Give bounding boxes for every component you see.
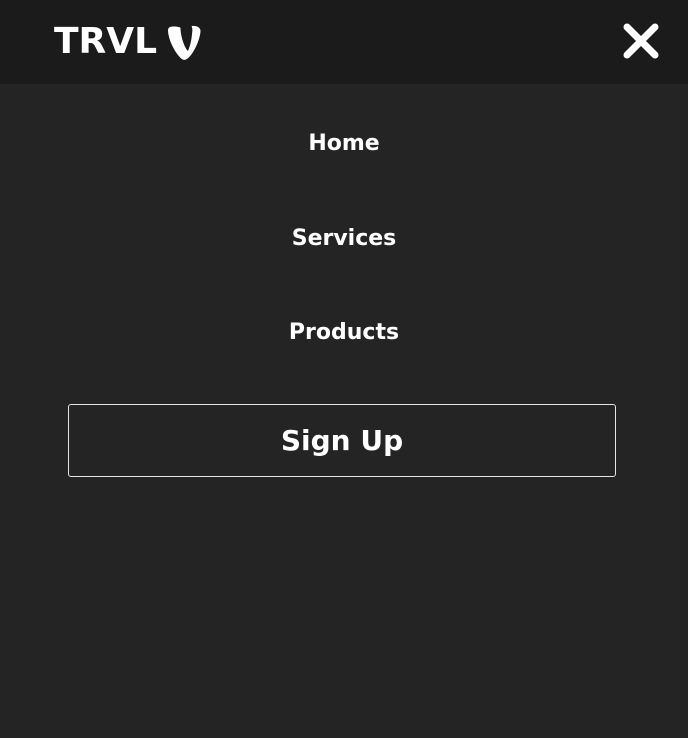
- typo3-shield-icon: [168, 25, 201, 60]
- logo-text: TRVL: [54, 21, 158, 62]
- logo-link[interactable]: TRVL: [54, 20, 201, 64]
- nav-item-services[interactable]: Services: [0, 224, 688, 254]
- header-bar: TRVL: [0, 0, 688, 84]
- nav-item-products[interactable]: Products: [0, 318, 688, 348]
- mobile-menu-overlay: TRVL Home Services Products Sign Up: [0, 0, 688, 738]
- nav-item-home[interactable]: Home: [0, 129, 688, 159]
- close-icon[interactable]: [622, 22, 660, 60]
- sign-up-button[interactable]: Sign Up: [68, 404, 616, 477]
